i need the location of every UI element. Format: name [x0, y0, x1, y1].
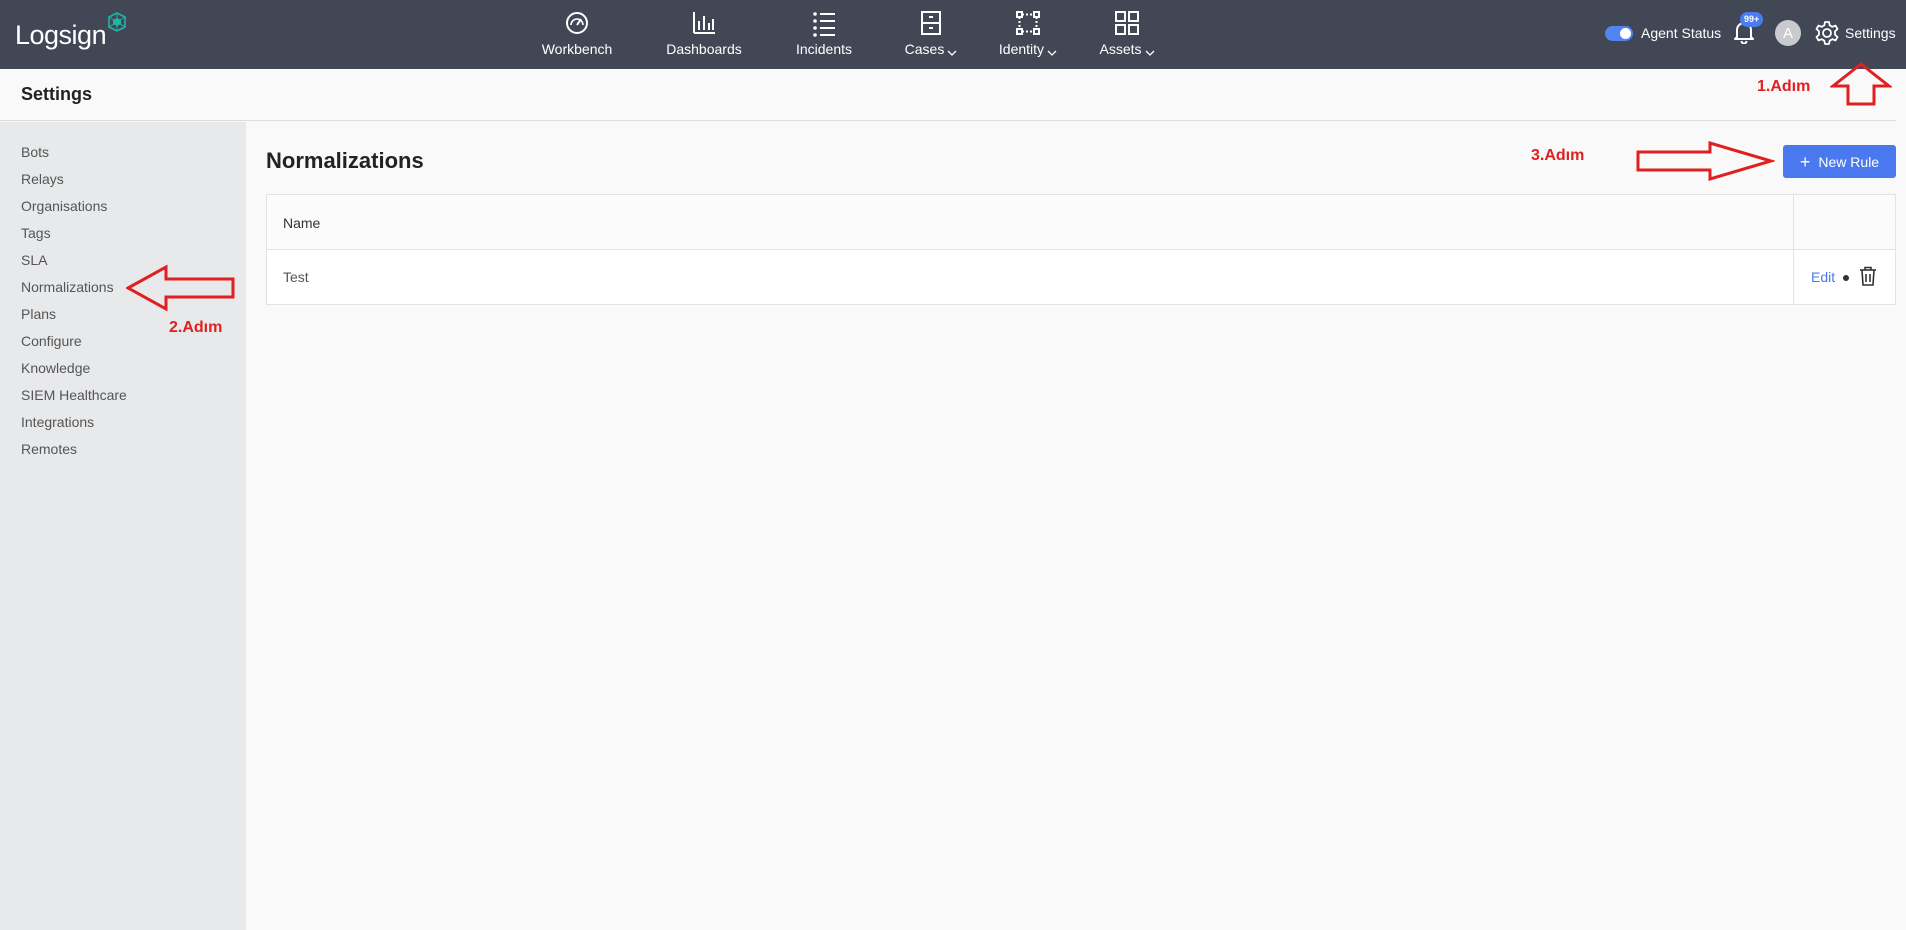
grid-icon [1115, 11, 1139, 35]
annotation-step-3: 3.Adım [1531, 147, 1585, 164]
normalizations-table: Name Test Edit [266, 194, 1896, 305]
page-header: Settings [0, 69, 1896, 121]
sidebar-item-bots[interactable]: Bots [21, 144, 49, 160]
nav-item-cases[interactable]: Cases [903, 0, 959, 69]
settings-button[interactable]: Settings [1814, 20, 1896, 46]
sidebar-item-siem-healthcare[interactable]: SIEM Healthcare [21, 387, 127, 403]
gear-icon [1815, 21, 1839, 45]
new-rule-label: New Rule [1818, 153, 1880, 170]
nav-item-workbench[interactable]: Workbench [540, 0, 614, 69]
bar-chart-icon [693, 12, 715, 34]
sidebar-item-sla[interactable]: SLA [21, 252, 47, 268]
drawer-icon [921, 11, 941, 35]
sidebar-item-knowledge[interactable]: Knowledge [21, 360, 90, 376]
sidebar-item-plans[interactable]: Plans [21, 306, 56, 322]
nav-label-incidents: Incidents [795, 41, 853, 57]
nav-item-identity[interactable]: Identity [995, 0, 1061, 69]
normalizations-title: Normalizations [266, 148, 424, 173]
nav-label-assets: Assets [1099, 41, 1154, 57]
edit-link[interactable]: Edit [1811, 269, 1835, 285]
new-rule-button[interactable]: + New Rule [1783, 145, 1896, 178]
sidebar-item-relays[interactable]: Relays [21, 171, 64, 187]
agent-status-label: Agent Status [1641, 25, 1722, 41]
settings-label: Settings [1845, 25, 1896, 41]
avatar[interactable]: A [1775, 20, 1801, 46]
gauge-icon [566, 12, 588, 34]
chevron-down-icon [1047, 50, 1057, 56]
list-icon [813, 12, 835, 37]
nav-label-workbench: Workbench [541, 41, 613, 57]
nav-item-dashboards[interactable]: Dashboards [664, 0, 744, 69]
logsign-logo[interactable]: Logsign [15, 12, 126, 50]
agent-status: Agent Status [1605, 22, 1721, 44]
nav-label-dashboards: Dashboards [666, 41, 742, 57]
arrow-up-icon [1830, 62, 1892, 106]
top-navbar: Logsign Workbench Dashboards Incidents C… [0, 0, 1906, 69]
chevron-down-icon [1145, 50, 1154, 56]
table-row: Test Edit [267, 250, 1895, 304]
arrow-right-icon [1636, 140, 1775, 182]
settings-sidebar: Bots Relays Organisations Tags SLA Norma… [0, 122, 246, 930]
row-name: Test [283, 269, 309, 285]
plus-icon: + [1799, 151, 1811, 172]
column-header-name: Name [283, 215, 321, 231]
trash-icon[interactable] [1859, 266, 1877, 286]
nav-item-incidents[interactable]: Incidents [790, 0, 858, 69]
nav-label-cases: Cases [905, 41, 958, 57]
identity-icon [1016, 11, 1040, 35]
sidebar-item-tags[interactable]: Tags [21, 225, 51, 241]
annotation-step-1: 1.Adım [1757, 78, 1811, 95]
page-title: Settings [21, 84, 93, 104]
logo-mark-icon [108, 12, 126, 32]
status-dot [1843, 275, 1849, 281]
notification-badge: 99+ [1740, 12, 1764, 27]
arrow-left-icon [126, 264, 235, 312]
annotation-step-2: 2.Adım [169, 319, 223, 336]
nav-item-assets[interactable]: Assets [1097, 0, 1157, 69]
sidebar-item-normalizations[interactable]: Normalizations [21, 279, 114, 295]
sidebar-item-configure[interactable]: Configure [21, 333, 82, 349]
nav-label-identity: Identity [999, 41, 1057, 57]
table-header: Name [267, 195, 1895, 250]
sidebar-item-remotes[interactable]: Remotes [21, 441, 77, 457]
sidebar-item-organisations[interactable]: Organisations [21, 198, 107, 214]
sidebar-item-integrations[interactable]: Integrations [21, 414, 94, 430]
chevron-down-icon [947, 50, 957, 56]
agent-status-toggle[interactable] [1605, 25, 1633, 41]
